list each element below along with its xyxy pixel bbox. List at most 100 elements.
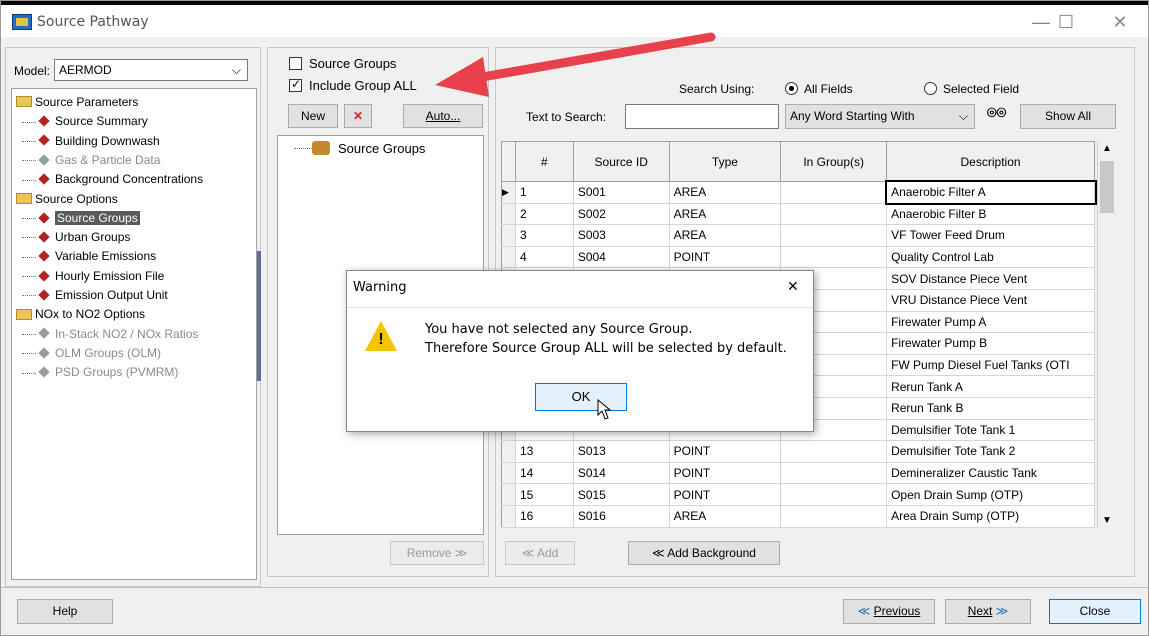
- table-cell[interactable]: AREA: [668, 202, 782, 226]
- col-header-description[interactable]: Description: [886, 141, 1095, 182]
- table-cell[interactable]: Quality Control Lab: [886, 245, 1095, 269]
- close-button[interactable]: Close: [1049, 599, 1141, 624]
- tree-item[interactable]: Source Groups: [22, 209, 140, 227]
- add-background-button[interactable]: ≪ Add Background: [628, 541, 780, 565]
- table-cell[interactable]: [780, 483, 888, 506]
- tree-item[interactable]: OLM Groups (OLM): [22, 344, 161, 362]
- include-group-all-checkbox[interactable]: [289, 77, 302, 92]
- table-row[interactable]: 3 S003 AREA VF Tower Feed Drum: [501, 224, 1095, 247]
- table-cell[interactable]: AREA: [668, 224, 782, 247]
- next-button[interactable]: Next ≫: [945, 599, 1031, 624]
- auto-button[interactable]: Auto...: [403, 104, 483, 128]
- row-selector[interactable]: [501, 483, 516, 506]
- table-cell[interactable]: 13: [514, 440, 574, 463]
- new-button[interactable]: New: [288, 104, 338, 128]
- table-cell[interactable]: 1: [514, 181, 574, 204]
- tree-item[interactable]: Building Downwash: [22, 132, 160, 150]
- table-cell[interactable]: VRU Distance Piece Vent: [886, 288, 1095, 312]
- col-header-source-id[interactable]: Source ID: [572, 141, 670, 182]
- splitter-handle[interactable]: [257, 251, 261, 381]
- tree-item[interactable]: Variable Emissions: [22, 247, 156, 265]
- tree-item[interactable]: Source Options: [16, 190, 118, 208]
- show-all-button[interactable]: Show All: [1020, 104, 1116, 129]
- row-selector[interactable]: [501, 461, 516, 485]
- tree-item[interactable]: Source Summary: [22, 112, 148, 130]
- dialog-close-button[interactable]: ✕: [787, 278, 799, 295]
- table-cell[interactable]: Anaerobic Filter A: [884, 179, 1097, 206]
- table-cell[interactable]: 2: [514, 202, 574, 226]
- table-row[interactable]: 2 S002 AREA Anaerobic Filter B: [501, 202, 1095, 226]
- tree-item[interactable]: In-Stack NO2 / NOx Ratios: [22, 325, 198, 343]
- table-cell[interactable]: Firewater Pump B: [886, 332, 1095, 355]
- table-cell[interactable]: 3: [514, 224, 574, 247]
- search-mode-dropdown[interactable]: Any Word Starting With ⌵: [785, 104, 975, 129]
- col-header-type[interactable]: Type: [668, 141, 782, 182]
- table-cell[interactable]: POINT: [668, 461, 782, 485]
- table-cell[interactable]: VF Tower Feed Drum: [886, 224, 1095, 247]
- close-window-button[interactable]: ✕: [1100, 9, 1140, 35]
- previous-button[interactable]: ≪ Previous: [843, 599, 935, 624]
- table-cell[interactable]: S003: [572, 224, 670, 247]
- table-row[interactable]: 15 S015 POINT Open Drain Sump (OTP): [501, 483, 1095, 506]
- selected-field-radio[interactable]: [924, 82, 937, 95]
- text-to-search-input[interactable]: [625, 104, 779, 129]
- table-cell[interactable]: S004: [572, 245, 670, 269]
- table-row[interactable]: ▶ 1 S001 AREA Anaerobic Filter A: [501, 179, 1097, 206]
- table-cell[interactable]: Rerun Tank B: [886, 396, 1095, 420]
- table-cell[interactable]: Rerun Tank A: [886, 375, 1095, 398]
- row-selector[interactable]: [501, 202, 516, 226]
- add-button[interactable]: ≪ Add: [505, 541, 575, 565]
- tree-item[interactable]: Background Concentrations: [22, 170, 203, 188]
- table-cell[interactable]: [780, 181, 888, 204]
- scroll-down-icon[interactable]: ▼: [1102, 515, 1112, 526]
- table-cell[interactable]: S013: [572, 440, 670, 463]
- table-cell[interactable]: AREA: [668, 504, 782, 528]
- table-cell[interactable]: 16: [514, 504, 574, 528]
- table-cell[interactable]: [780, 440, 888, 463]
- table-cell[interactable]: S014: [572, 461, 670, 485]
- table-scrollbar[interactable]: ▲ ▼: [1097, 141, 1115, 529]
- table-cell[interactable]: Demulsifier Tote Tank 1: [886, 418, 1095, 442]
- tree-item[interactable]: Source Parameters: [16, 93, 138, 111]
- row-selector[interactable]: [501, 224, 516, 247]
- ok-button[interactable]: OK: [535, 383, 627, 411]
- row-selector[interactable]: [501, 504, 516, 528]
- tree-item[interactable]: Urban Groups: [22, 228, 130, 246]
- table-cell[interactable]: S001: [572, 181, 670, 204]
- table-cell[interactable]: [780, 504, 888, 528]
- table-cell[interactable]: [780, 245, 888, 269]
- table-cell[interactable]: Demineralizer Caustic Tank: [886, 461, 1095, 485]
- row-selector[interactable]: ▶: [501, 181, 516, 204]
- table-cell[interactable]: [780, 461, 888, 485]
- tree-item[interactable]: NOx to NO2 Options: [16, 305, 145, 323]
- scrollbar-thumb[interactable]: [1100, 161, 1114, 213]
- all-fields-radio[interactable]: [785, 82, 798, 95]
- tree-item[interactable]: Gas & Particle Data: [22, 151, 160, 169]
- table-cell[interactable]: S015: [572, 483, 670, 506]
- binoculars-icon[interactable]: ⌾⌾: [987, 105, 1006, 123]
- table-cell[interactable]: [780, 224, 888, 247]
- table-cell[interactable]: Firewater Pump A: [886, 310, 1095, 334]
- table-row[interactable]: 4 S004 POINT Quality Control Lab: [501, 245, 1095, 269]
- table-cell[interactable]: AREA: [668, 181, 782, 204]
- table-cell[interactable]: SOV Distance Piece Vent: [886, 267, 1095, 290]
- delete-button[interactable]: ✕: [344, 104, 372, 128]
- table-cell[interactable]: Anaerobic Filter B: [886, 202, 1095, 226]
- table-cell[interactable]: POINT: [668, 483, 782, 506]
- scroll-up-icon[interactable]: ▲: [1102, 143, 1112, 154]
- tree-item[interactable]: Hourly Emission File: [22, 267, 164, 285]
- remove-button[interactable]: Remove ≫: [390, 541, 484, 565]
- help-button[interactable]: Help: [17, 599, 113, 624]
- tree-item[interactable]: PSD Groups (PVMRM): [22, 363, 178, 381]
- col-header-in-groups[interactable]: In Group(s): [780, 141, 888, 182]
- table-cell[interactable]: 4: [514, 245, 574, 269]
- source-groups-checkbox[interactable]: [289, 57, 302, 70]
- col-header-number[interactable]: #: [514, 141, 574, 182]
- table-cell[interactable]: [780, 202, 888, 226]
- table-row[interactable]: 14 S014 POINT Demineralizer Caustic Tank: [501, 461, 1095, 485]
- table-cell[interactable]: S002: [572, 202, 670, 226]
- row-selector[interactable]: [501, 245, 516, 269]
- table-cell[interactable]: Open Drain Sump (OTP): [886, 483, 1095, 506]
- groups-tree-root[interactable]: Source Groups: [338, 141, 425, 156]
- table-cell[interactable]: 14: [514, 461, 574, 485]
